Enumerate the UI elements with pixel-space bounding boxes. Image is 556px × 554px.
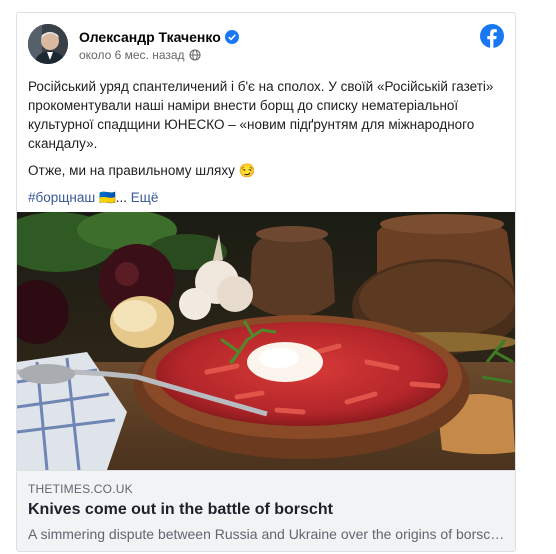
- facebook-post-card: Олександр Ткаченко около 6 мес. назад Ро…: [16, 12, 516, 552]
- verified-badge-icon: [224, 30, 239, 47]
- author-name[interactable]: Олександр Ткаченко: [79, 29, 239, 47]
- link-title[interactable]: Knives come out in the battle of borscht: [28, 501, 333, 519]
- link-description: A simmering dispute between Russia and U…: [28, 526, 506, 542]
- link-preview[interactable]: THETIMES.CO.UK Knives come out in the ba…: [17, 470, 515, 551]
- post-timestamp[interactable]: около 6 мес. назад: [79, 48, 201, 64]
- ellipsis: ...: [115, 190, 128, 205]
- author-name-text[interactable]: Олександр Ткаченко: [79, 29, 221, 45]
- see-more-link[interactable]: Ещё: [131, 190, 159, 205]
- facebook-logo-icon[interactable]: [480, 24, 504, 48]
- link-preview-image[interactable]: [17, 212, 515, 470]
- post-paragraph-2: Отже, ми на правильному шляху 😏: [28, 163, 256, 178]
- globe-icon: [189, 49, 201, 64]
- link-domain: THETIMES.CO.UK: [28, 482, 133, 496]
- ukraine-flag-emoji: 🇺🇦: [98, 190, 116, 205]
- post-hashtag-line: #борщнаш 🇺🇦... Ещё: [28, 188, 506, 207]
- author-avatar[interactable]: [28, 24, 68, 64]
- timestamp-text[interactable]: около 6 мес. назад: [79, 48, 185, 62]
- post-paragraph-1: Російський уряд спантеличений і б'є на с…: [28, 79, 494, 151]
- hashtag-link[interactable]: #борщнаш: [28, 190, 95, 205]
- post-text: Російський уряд спантеличений і б'є на с…: [28, 77, 506, 207]
- post-header: Олександр Ткаченко около 6 мес. назад: [28, 24, 504, 68]
